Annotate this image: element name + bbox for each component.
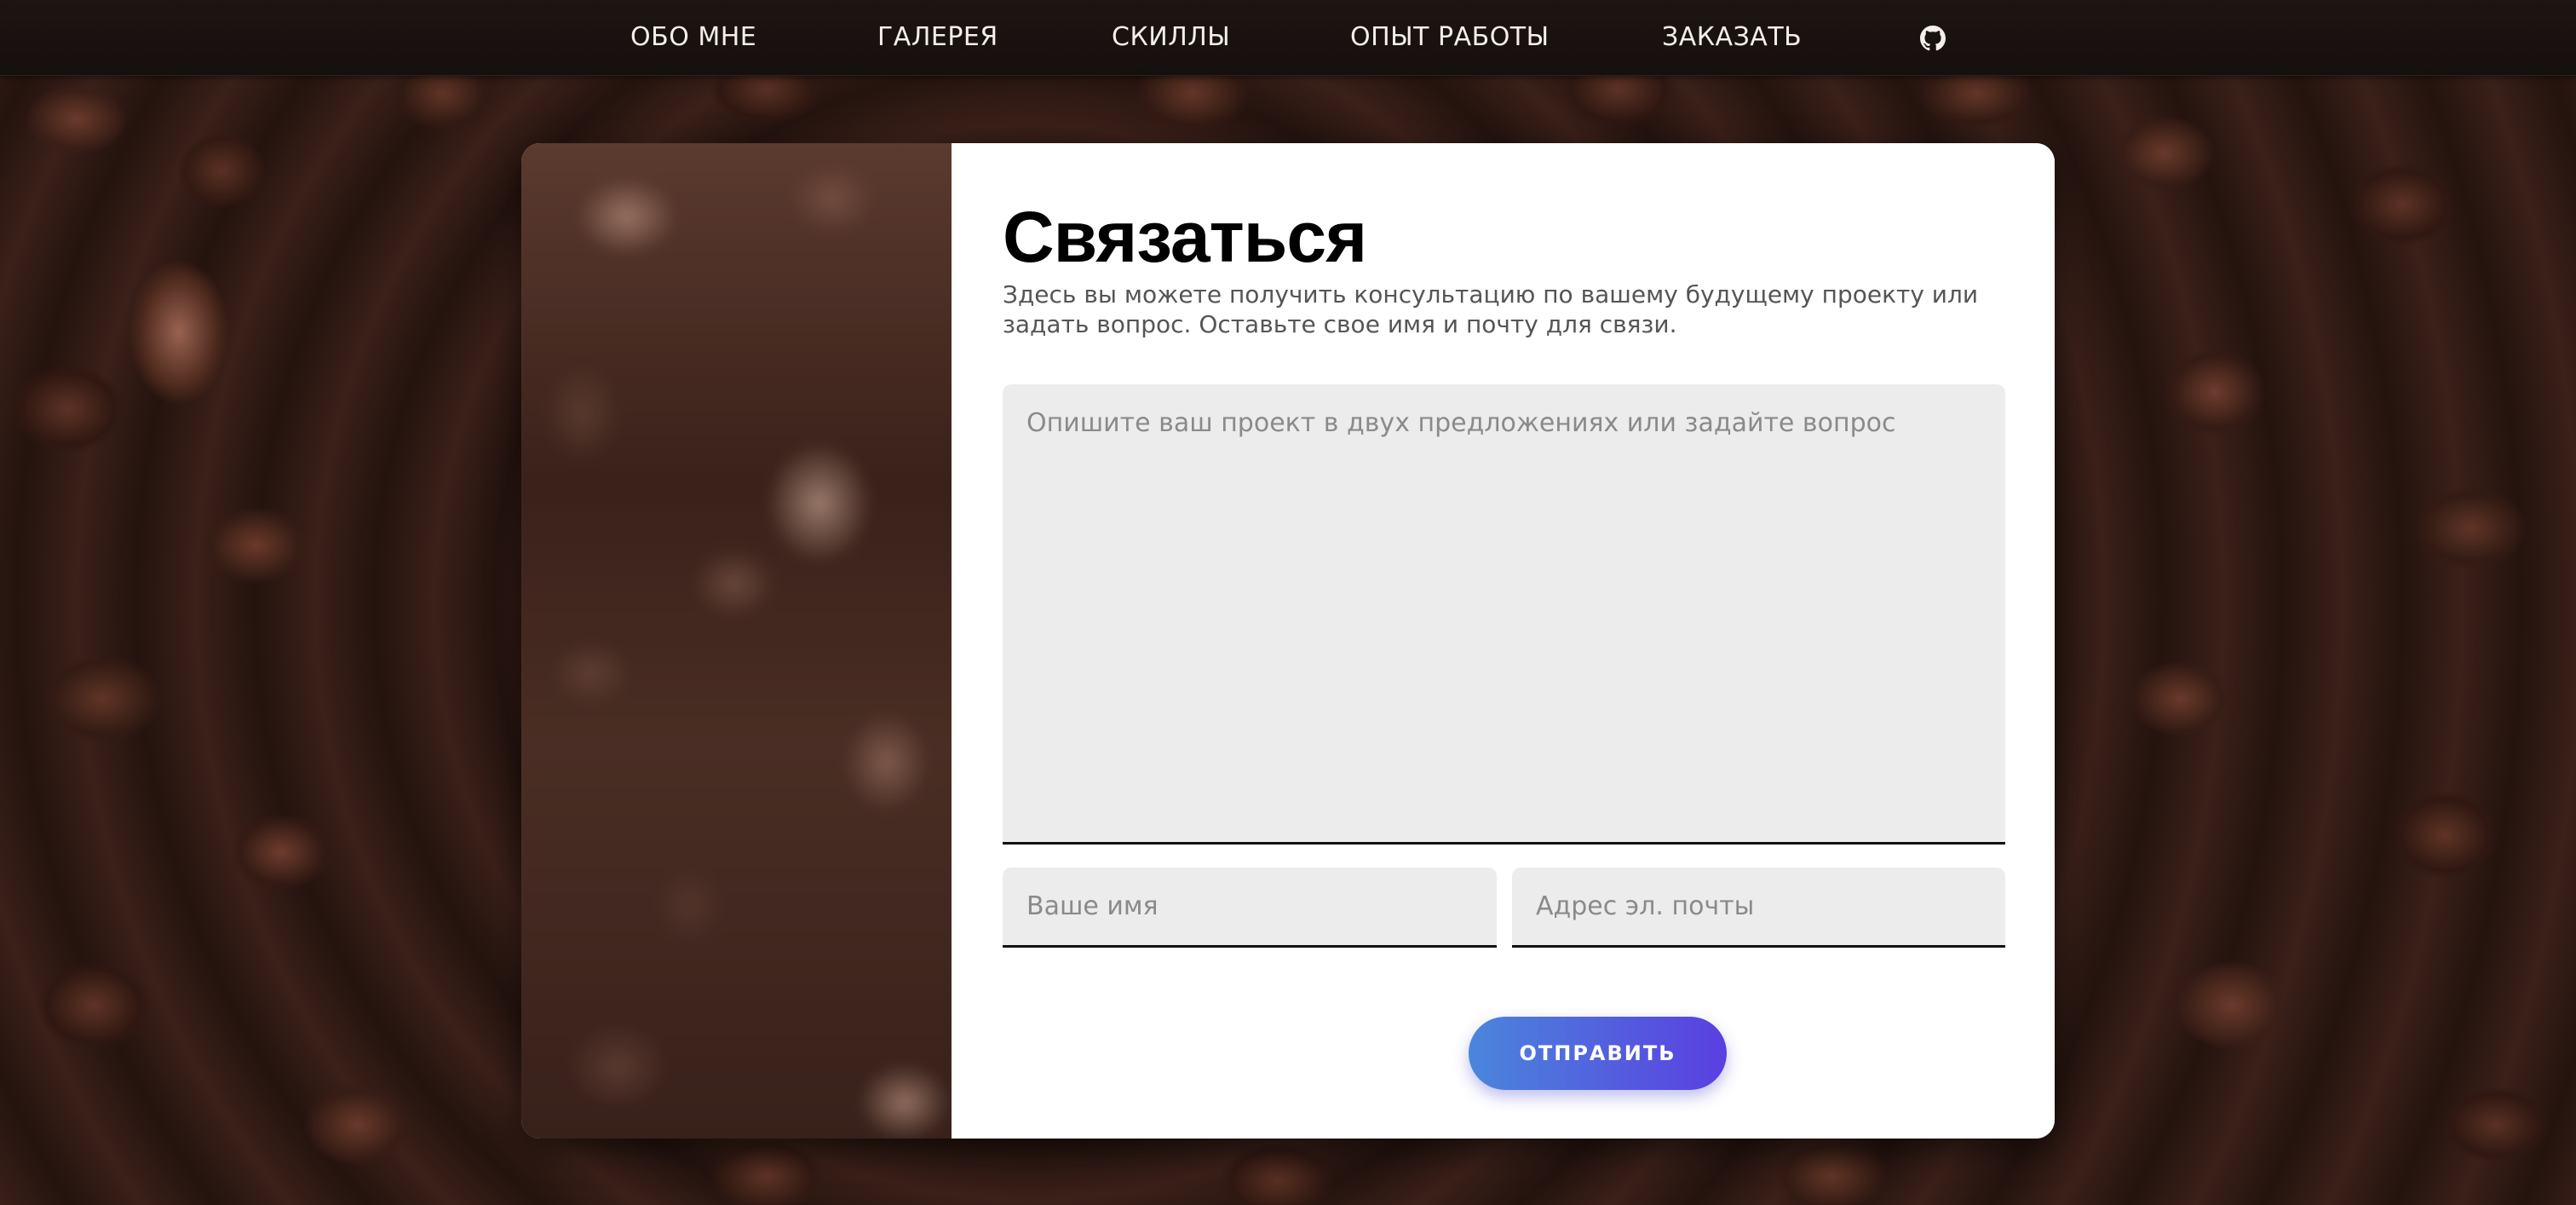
message-textarea[interactable] [1003,384,2005,845]
submit-button[interactable]: ОТПРАВИТЬ [1469,1017,1727,1090]
contact-form-panel: Связаться Здесь вы можете получить консу… [952,143,2055,1139]
nav-menu: ОБО МНЕ ГАЛЕРЕЯ СКИЛЛЫ ОПЫТ РАБОТЫ ЗАКАЗ… [0,0,2576,75]
image-overlay [521,143,952,1139]
nav-item-gallery[interactable]: ГАЛЕРЕЯ [877,20,998,55]
name-input[interactable] [1003,868,1497,948]
nav-item-about[interactable]: ОБО МНЕ [630,20,756,55]
nav-item-skills[interactable]: СКИЛЛЫ [1112,20,1230,55]
page-title: Связаться [1003,197,1367,277]
contact-card: Связаться Здесь вы можете получить консу… [521,143,2055,1139]
nav-item-experience[interactable]: ОПЫТ РАБОТЫ [1350,20,1550,55]
github-icon-glyph [1920,26,1946,51]
top-navbar: ОБО МНЕ ГАЛЕРЕЯ СКИЛЛЫ ОПЫТ РАБОТЫ ЗАКАЗ… [0,0,2576,76]
email-input[interactable] [1512,868,2005,948]
github-icon[interactable] [1920,26,1946,51]
nav-item-order[interactable]: ЗАКАЗАТЬ [1662,20,1802,55]
page-subtitle: Здесь вы можете получить консультацию по… [1003,280,1979,338]
